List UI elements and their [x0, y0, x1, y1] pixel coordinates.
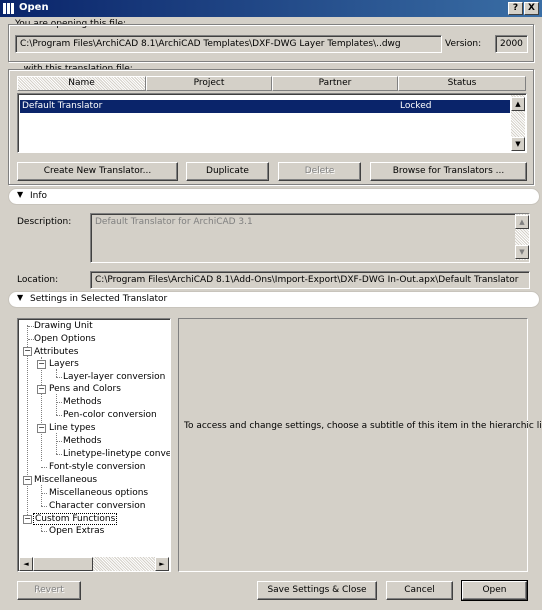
version-field: 2000 — [495, 35, 528, 53]
version-label: Version: — [445, 39, 482, 49]
tree-item-layers[interactable]: Layers — [49, 359, 79, 369]
scroll-down-icon[interactable]: ▼ — [515, 245, 529, 259]
description-text: Default Translator for ArchiCAD 3.1 — [95, 217, 253, 227]
location-field: C:\Program Files\ArchiCAD 8.1\Add-Ons\Im… — [90, 271, 530, 289]
tree-item-miscellaneous-options[interactable]: Miscellaneous options — [49, 488, 148, 498]
tree-item-line-types[interactable]: Line types — [49, 423, 95, 433]
tree-guide — [41, 493, 47, 494]
info-header-label: Info — [30, 191, 48, 201]
tree-guide — [41, 485, 42, 506]
tree-item-layer-layer-conversion[interactable]: Layer-layer conversion — [63, 372, 165, 382]
translator-row-status: Locked — [400, 101, 432, 111]
tree-item-attributes[interactable]: Attributes — [34, 347, 78, 357]
translator-row[interactable]: Default Translator Locked — [20, 100, 510, 113]
column-header-name[interactable]: Name — [17, 76, 146, 91]
settings-header-label: Settings in Selected Translator — [30, 294, 168, 304]
collapse-icon[interactable]: − — [23, 347, 32, 356]
tree-guide — [41, 506, 47, 507]
cancel-button[interactable]: Cancel — [386, 581, 453, 600]
file-path-field: C:\Program Files\ArchiCAD 8.1\ArchiCAD T… — [15, 35, 442, 53]
scroll-thumb[interactable] — [33, 557, 93, 571]
column-header-status[interactable]: Status — [398, 76, 526, 91]
description-field: Default Translator for ArchiCAD 3.1 ▲ ▼ — [90, 213, 530, 263]
close-button[interactable]: X — [524, 2, 539, 15]
disclosure-triangle-icon: ▼ — [17, 293, 24, 302]
collapse-icon[interactable]: − — [37, 424, 46, 433]
duplicate-button[interactable]: Duplicate — [186, 162, 269, 181]
tree-item-font-style-conversion[interactable]: Font-style conversion — [49, 462, 145, 472]
scroll-up-icon[interactable]: ▲ — [515, 215, 529, 229]
open-button[interactable]: Open — [461, 580, 528, 601]
help-button[interactable]: ? — [508, 2, 523, 15]
tree-item-open-extras[interactable]: Open Extras — [49, 526, 104, 536]
tree-guide — [56, 415, 62, 416]
tree-guide — [56, 394, 57, 415]
tree-guide — [56, 441, 62, 442]
create-translator-button[interactable]: Create New Translator... — [17, 162, 178, 181]
disclosure-triangle-icon: ▼ — [17, 190, 24, 199]
tree-guide — [56, 402, 62, 403]
location-label: Location: — [17, 275, 59, 285]
translator-row-name: Default Translator — [22, 101, 103, 111]
collapse-icon[interactable]: − — [37, 385, 46, 394]
archicad-app-icon — [3, 3, 14, 14]
scroll-right-icon[interactable]: ► — [155, 557, 169, 571]
tree-guide — [56, 369, 57, 377]
scroll-up-icon[interactable]: ▲ — [511, 97, 525, 111]
tree-item-methods[interactable]: Methods — [63, 397, 101, 407]
column-header-project[interactable]: Project — [146, 76, 272, 91]
description-scrollbar[interactable]: ▲ ▼ — [515, 214, 529, 260]
delete-button[interactable]: Delete — [278, 162, 361, 181]
save-close-button[interactable]: Save Settings & Close — [257, 581, 377, 600]
settings-detail-panel: To access and change settings, choose a … — [178, 318, 542, 572]
translator-list-scrollbar[interactable]: ▲ ▼ — [511, 95, 525, 151]
tree-guide — [56, 433, 57, 454]
tree-item-open-options[interactable]: Open Options — [34, 334, 96, 344]
column-header-partner[interactable]: Partner — [272, 76, 398, 91]
description-label: Description: — [17, 217, 72, 227]
settings-hint-text: To access and change settings, choose a … — [184, 421, 542, 431]
tree-item-character-conversion[interactable]: Character conversion — [49, 501, 145, 511]
translator-list[interactable]: Default Translator Locked ▲ ▼ — [17, 93, 527, 153]
tree-guide — [41, 467, 47, 468]
tree-guide — [56, 454, 62, 455]
scroll-down-icon[interactable]: ▼ — [511, 137, 525, 151]
tree-guide — [41, 524, 42, 531]
settings-section-header[interactable]: ▼ Settings in Selected Translator — [8, 291, 540, 308]
browse-translators-button[interactable]: Browse for Translators ... — [370, 162, 527, 181]
tree-guide — [41, 531, 47, 532]
settings-tree[interactable]: Drawing Unit Open Options − Attributes −… — [17, 318, 171, 572]
collapse-icon[interactable]: − — [23, 515, 32, 524]
tree-guide — [41, 357, 42, 461]
tree-item-pen-color-conversion[interactable]: Pen-color conversion — [63, 410, 157, 420]
tree-item-methods-2[interactable]: Methods — [63, 436, 101, 446]
revert-button[interactable]: Revert — [17, 581, 81, 600]
tree-item-linetype-conversion[interactable]: Linetype-linetype conversion — [63, 449, 170, 459]
tree-guide — [56, 377, 62, 378]
collapse-icon[interactable]: − — [37, 360, 46, 369]
tree-hscrollbar[interactable]: ◄ ► — [19, 557, 169, 571]
info-section-header[interactable]: ▼ Info — [8, 188, 540, 205]
tree-item-custom-functions[interactable]: Custom Functions — [33, 513, 118, 525]
tree-item-miscellaneous[interactable]: Miscellaneous — [34, 475, 97, 485]
title-bar: Open ? X — [0, 0, 542, 17]
tree-item-pens-and-colors[interactable]: Pens and Colors — [49, 384, 121, 394]
collapse-icon[interactable]: − — [23, 476, 32, 485]
tree-item-drawing-unit[interactable]: Drawing Unit — [34, 321, 93, 331]
scroll-left-icon[interactable]: ◄ — [19, 557, 33, 571]
window-title: Open — [19, 2, 49, 13]
